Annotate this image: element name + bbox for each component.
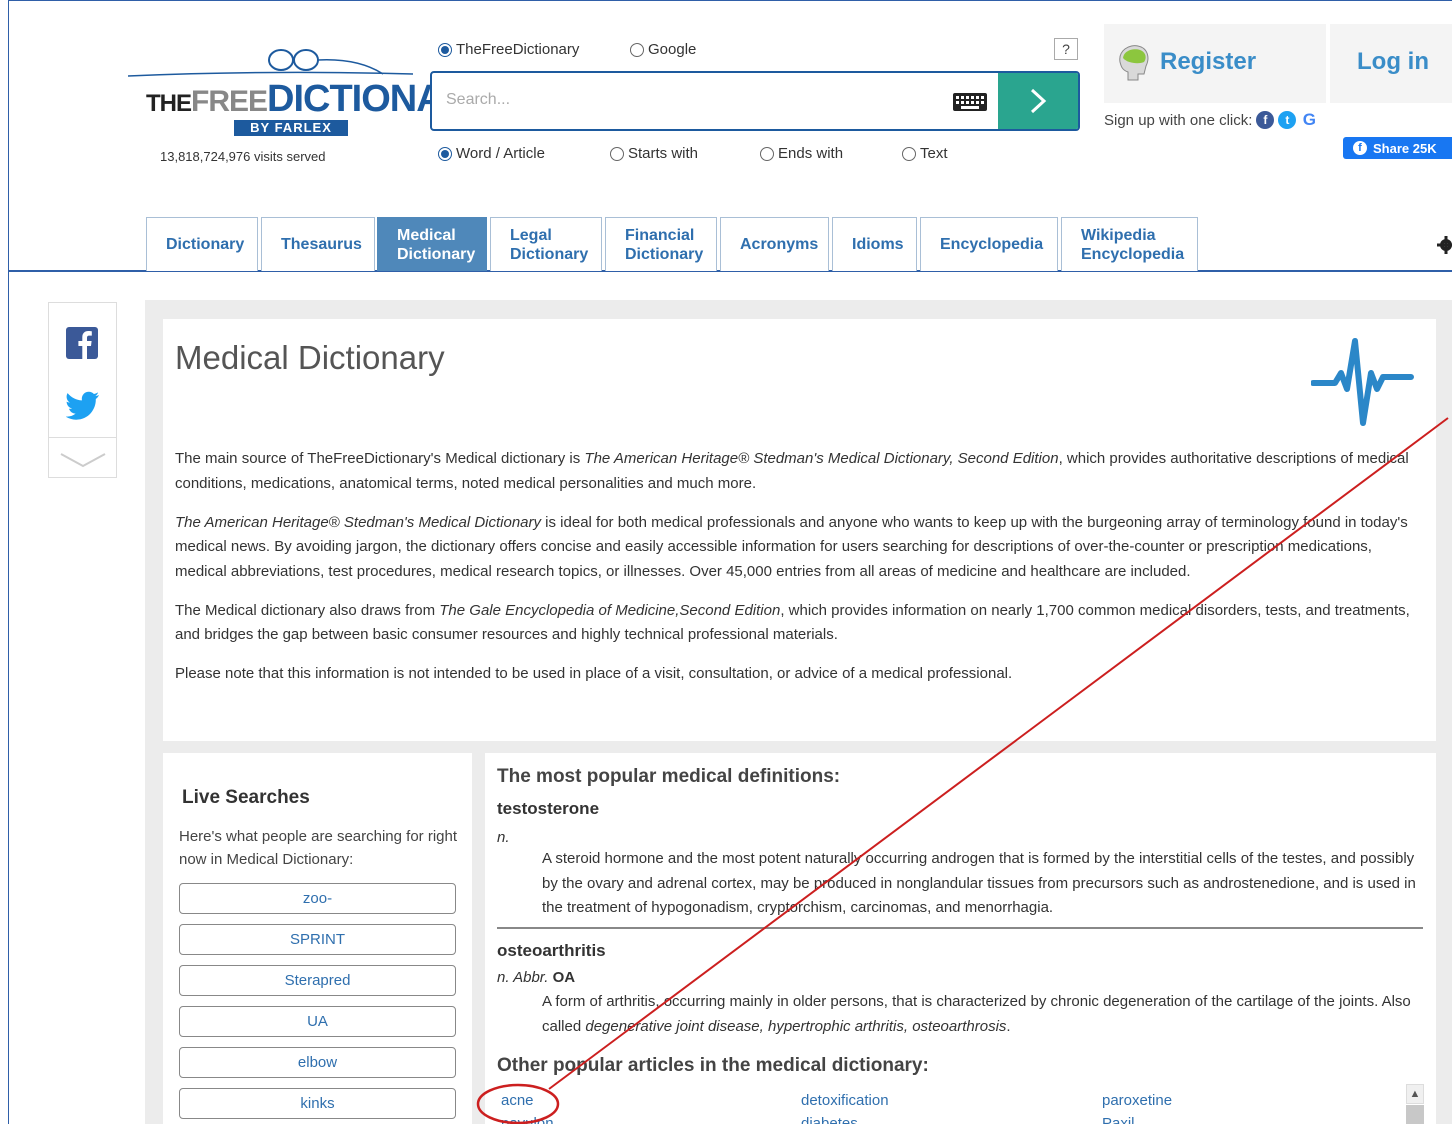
social-signup: Sign up with one click: f t G: [1104, 110, 1319, 129]
radio-icon[interactable]: [630, 42, 644, 57]
search-submit-button[interactable]: [998, 73, 1078, 129]
source-option-tfd[interactable]: TheFreeDictionary: [438, 41, 579, 58]
article-link[interactable]: Paxil: [1102, 1115, 1135, 1124]
tab-legal-dictionary[interactable]: Legal Dictionary: [490, 217, 602, 271]
facebook-share-button[interactable]: f Share 25K: [1343, 137, 1452, 159]
brain-head-icon: [1119, 45, 1149, 81]
tab-medical-dictionary[interactable]: Medical Dictionary: [377, 217, 487, 271]
register-label: Register: [1160, 48, 1257, 75]
popular-heading: The most popular medical definitions:: [497, 766, 841, 787]
definition-term[interactable]: osteoarthritis: [497, 941, 606, 961]
live-searches-desc: Here's what people are searching for rig…: [179, 828, 458, 868]
intro-text: The main source of TheFreeDictionary's M…: [175, 447, 1425, 701]
definition-text: A form of arthritis, occurring mainly in…: [542, 993, 1411, 1035]
definition-divider: [497, 927, 1423, 929]
article-link[interactable]: pavulon: [501, 1115, 554, 1124]
tab-financial-dictionary[interactable]: Financial Dictionary: [605, 217, 717, 271]
twitter-signup-icon[interactable]: t: [1278, 111, 1297, 129]
chevron-right-icon: [1030, 88, 1047, 114]
help-button[interactable]: ?: [1054, 38, 1078, 60]
search-box: [430, 71, 1080, 131]
definition-term[interactable]: testosterone: [497, 799, 599, 819]
register-button[interactable]: Register: [1104, 24, 1326, 103]
mode-option-text[interactable]: Text: [902, 145, 948, 162]
live-searches-title: Live Searches: [182, 787, 310, 808]
intro-paragraph: The Medical dictionary also draws from T…: [175, 601, 1410, 644]
chevron-down-icon[interactable]: [59, 451, 107, 469]
rail-divider: [49, 437, 116, 438]
article-link[interactable]: acne: [501, 1092, 534, 1109]
tab-wikipedia-encyclopedia[interactable]: Wikipedia Encyclopedia: [1061, 217, 1198, 271]
keyboard-icon[interactable]: [952, 92, 988, 112]
radio-icon[interactable]: [760, 146, 774, 161]
radio-icon[interactable]: [902, 146, 916, 161]
article-link[interactable]: diabetes: [801, 1115, 858, 1124]
intro-card: Medical Dictionary The main source of Th…: [163, 319, 1436, 741]
scroll-up-button[interactable]: ▲: [1406, 1084, 1424, 1104]
facebook-icon[interactable]: [66, 327, 98, 359]
part-of-speech: n.: [497, 829, 510, 846]
mode-option-word[interactable]: Word / Article: [438, 145, 545, 162]
other-articles-heading: Other popular articles in the medical di…: [497, 1055, 929, 1076]
tab-dictionary[interactable]: Dictionary: [146, 217, 258, 271]
social-share-rail: [48, 302, 117, 478]
radio-selected-icon[interactable]: [438, 42, 452, 57]
live-searches-card: Live Searches Here's what people are sea…: [163, 753, 472, 1124]
google-signup-icon[interactable]: G: [1300, 110, 1319, 129]
facebook-signup-icon[interactable]: f: [1256, 111, 1275, 129]
login-button[interactable]: Log in: [1330, 24, 1452, 103]
intro-paragraph: The American Heritage® Stedman's Medical…: [175, 513, 1408, 580]
radio-selected-icon[interactable]: [438, 146, 452, 161]
login-label: Log in: [1357, 48, 1429, 75]
source-option-google[interactable]: Google: [630, 41, 696, 58]
live-search-item[interactable]: kinks: [179, 1088, 456, 1119]
tab-encyclopedia[interactable]: Encyclopedia: [920, 217, 1058, 271]
live-search-item[interactable]: zoo-: [179, 883, 456, 914]
live-search-item[interactable]: SPRINT: [179, 924, 456, 955]
intro-paragraph: Please note that this information is not…: [175, 665, 1013, 682]
search-input[interactable]: [446, 91, 926, 109]
tab-acronyms[interactable]: Acronyms: [720, 217, 829, 271]
tab-thesaurus[interactable]: Thesaurus: [261, 217, 375, 271]
logo-byline: BY FARLEX: [234, 120, 348, 136]
live-search-item[interactable]: elbow: [179, 1047, 456, 1078]
live-search-item[interactable]: Sterapred: [179, 965, 456, 996]
intro-paragraph: The main source of TheFreeDictionary's M…: [175, 450, 1409, 492]
scrollbar-thumb[interactable]: [1406, 1105, 1424, 1124]
article-link[interactable]: paroxetine: [1102, 1092, 1172, 1109]
popular-definitions-card: The most popular medical definitions: te…: [485, 753, 1436, 1124]
article-link[interactable]: detoxification: [801, 1092, 889, 1109]
heartbeat-icon: [1311, 338, 1414, 426]
radio-icon[interactable]: [610, 146, 624, 161]
definition-text: A steroid hormone and the most potent na…: [542, 850, 1416, 916]
mode-option-starts[interactable]: Starts with: [610, 145, 698, 162]
tab-idioms[interactable]: Idioms: [832, 217, 917, 271]
gear-icon[interactable]: [1436, 236, 1452, 254]
part-of-speech: n. Abbr. OA: [497, 969, 576, 986]
visits-counter: 13,818,724,976 visits served: [160, 149, 326, 164]
page-title: Medical Dictionary: [175, 339, 445, 376]
mode-option-ends[interactable]: Ends with: [760, 145, 843, 162]
facebook-icon: f: [1353, 141, 1367, 155]
live-search-item[interactable]: UA: [179, 1006, 456, 1037]
site-logo[interactable]: THEFREEDICTIONARY BY FARLEX: [128, 44, 493, 140]
twitter-icon[interactable]: [66, 391, 100, 421]
